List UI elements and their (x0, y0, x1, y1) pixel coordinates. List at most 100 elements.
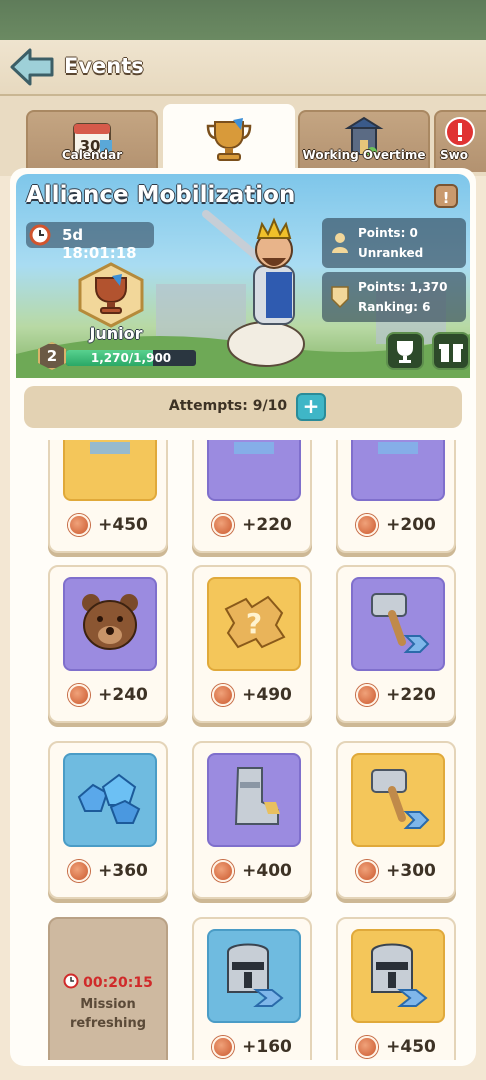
point-coin-icon (212, 684, 235, 706)
header-bar: Events (0, 40, 486, 96)
reward-value: +360 (98, 861, 148, 881)
tab-label: Working Overtime (302, 148, 426, 162)
mission-art: ? (207, 577, 301, 671)
info-button[interactable]: ! (434, 184, 458, 208)
mission-card[interactable]: +200 (336, 440, 456, 553)
mission-reward: +240 (50, 683, 166, 707)
reward-value: +240 (98, 685, 148, 705)
person-icon (330, 231, 350, 259)
mission-reward: +220 (194, 513, 310, 537)
mission-art (207, 753, 301, 847)
mission-art (351, 753, 445, 847)
mission-art (63, 753, 157, 847)
progress-text: 1,270/1,900 (90, 351, 172, 365)
refresh-label-line2: refreshing (69, 1016, 147, 1031)
svg-text:?: ? (246, 607, 262, 640)
bear-icon (75, 589, 145, 659)
tab-label: Swo (440, 148, 468, 162)
personal-rank: Unranked (358, 246, 424, 260)
point-coin-icon (68, 684, 91, 706)
tab-swo[interactable]: Swo (434, 110, 486, 172)
tab-alliance-event[interactable] (163, 104, 295, 176)
mission-card[interactable]: +300 (336, 741, 456, 899)
back-arrow-icon (10, 48, 54, 86)
point-coin-icon (356, 514, 379, 536)
helmet-upgrade-icon (360, 938, 436, 1014)
mission-card[interactable]: ? +490 (192, 565, 312, 723)
mission-card[interactable]: +450 (48, 440, 168, 553)
point-coin-icon (68, 860, 91, 882)
page-title: Events (64, 54, 144, 78)
reward-value: +450 (386, 1037, 436, 1057)
mission-grid[interactable]: +450 +220 +200 +240? +490 +220 +360 +400 +300 00:… (16, 440, 470, 1060)
point-coin-icon (68, 514, 91, 536)
back-button[interactable] (8, 46, 56, 88)
refresh-timer: 00:20:15 (50, 973, 166, 993)
point-coin-icon (212, 860, 235, 882)
personal-points: Points: 0 (358, 226, 418, 240)
alliance-points: Points: 1,370 (358, 280, 448, 294)
partial-item-icon (224, 442, 284, 466)
rank-name: Junior (89, 324, 143, 343)
reward-value: +400 (242, 861, 292, 881)
add-attempts-button[interactable]: + (296, 393, 326, 421)
mission-card[interactable]: +160 (192, 917, 312, 1060)
mission-card[interactable]: +240 (48, 565, 168, 723)
tab-working-overtime[interactable]: Working Overtime (298, 110, 430, 172)
gift-icon (439, 344, 463, 362)
tab-calendar[interactable]: 30 Calendar (26, 110, 158, 172)
event-banner: Alliance Mobilization ! 5d 18:01:18 Juni… (16, 174, 470, 378)
mission-art (63, 577, 157, 671)
point-coin-icon (356, 1036, 379, 1058)
alliance-ranking: Ranking: 6 (358, 300, 431, 314)
point-coin-icon (356, 860, 379, 882)
mystery-puzzle-icon: ? (218, 589, 290, 659)
leaderboard-button[interactable] (386, 332, 424, 370)
mission-card[interactable]: +360 (48, 741, 168, 899)
mission-reward: +360 (50, 859, 166, 883)
helmet-upgrade-icon (216, 938, 292, 1014)
clock-icon (63, 973, 79, 993)
mission-card-refreshing[interactable]: 00:20:15 Mission refreshing (48, 917, 168, 1060)
mission-card[interactable]: +220 (192, 440, 312, 553)
mission-reward: +160 (194, 1035, 310, 1059)
mission-reward: +490 (194, 683, 310, 707)
mission-reward: +400 (194, 859, 310, 883)
mission-card[interactable]: +220 (336, 565, 456, 723)
refresh-timer-text: 00:20:15 (83, 975, 153, 991)
refresh-label: Mission refreshing (50, 995, 166, 1033)
tab-strip: 30 Calendar Working Overtime Swo (0, 96, 486, 176)
personal-stats: Points: 0 Unranked (322, 218, 466, 268)
timer-text: 5d 18:01:18 (62, 226, 137, 262)
point-coin-icon (212, 514, 235, 536)
attempts-bar: Attempts: 9/10 + (24, 386, 462, 428)
mission-reward: +200 (338, 513, 454, 537)
rewards-button[interactable] (432, 332, 470, 370)
mission-art (351, 929, 445, 1023)
reward-value: +200 (386, 515, 436, 535)
tab-label: Calendar (61, 148, 123, 162)
mission-art (351, 440, 445, 501)
rank-badge-icon (76, 262, 146, 332)
alert-icon (444, 116, 476, 152)
clock-icon (29, 224, 51, 250)
event-panel: Alliance Mobilization ! 5d 18:01:18 Juni… (10, 168, 476, 1066)
refresh-label-line1: Mission (80, 997, 136, 1012)
event-timer: 5d 18:01:18 (26, 222, 154, 262)
hammer-upgrade-icon (362, 762, 434, 838)
reward-value: +220 (242, 515, 292, 535)
reward-value: +300 (386, 861, 436, 881)
mission-card[interactable]: +400 (192, 741, 312, 899)
reward-value: +160 (242, 1037, 292, 1057)
mission-card[interactable]: +450 (336, 917, 456, 1060)
knight-illustration (196, 194, 336, 378)
hammer-upgrade-icon (362, 586, 434, 662)
gems-icon (73, 767, 147, 833)
reward-value: +490 (242, 685, 292, 705)
reward-value: +220 (386, 685, 436, 705)
alliance-stats: Points: 1,370 Ranking: 6 (322, 272, 466, 322)
trophy-icon (203, 116, 255, 168)
partial-item-icon (368, 442, 428, 466)
event-title: Alliance Mobilization (26, 182, 296, 208)
mission-reward: +450 (50, 513, 166, 537)
